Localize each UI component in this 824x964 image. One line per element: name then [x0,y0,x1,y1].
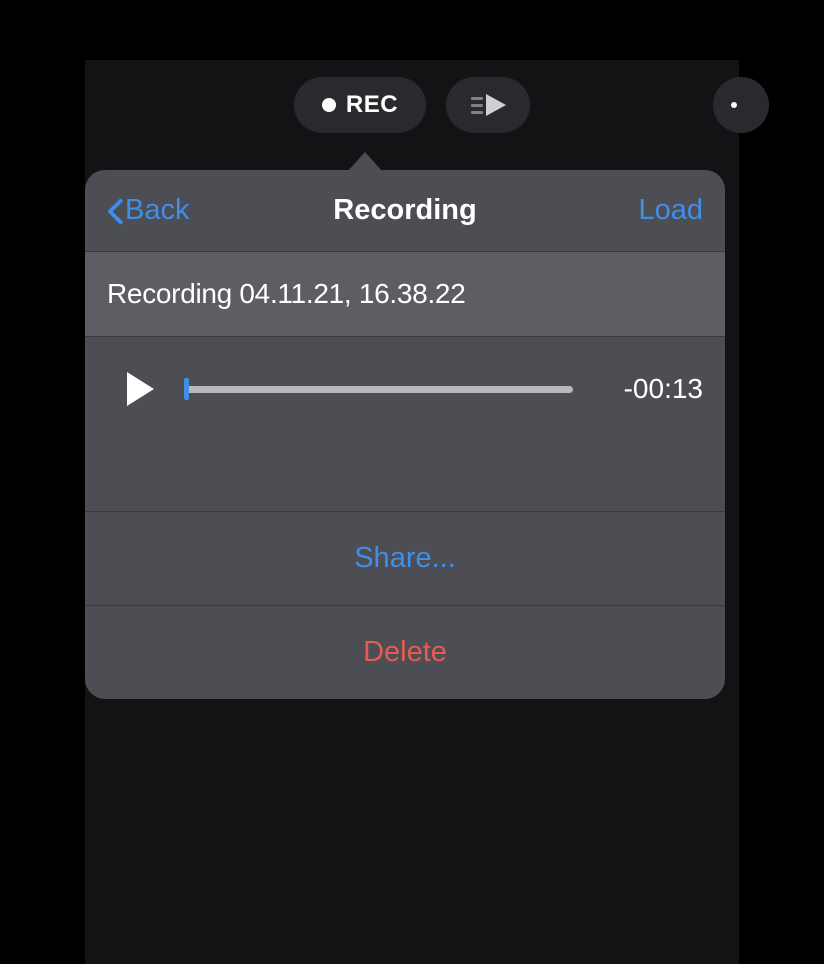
delete-label: Delete [363,636,447,668]
playback-slider[interactable] [184,374,573,404]
play-icon [127,372,154,406]
back-button[interactable]: Back [107,194,189,227]
dot-icon [731,102,737,108]
delete-button[interactable]: Delete [85,606,725,699]
chevron-left-icon [107,197,123,225]
filename-text: Recording 04.11.21, 16.38.22 [107,278,703,310]
record-dot-icon [322,98,336,112]
player-section: -00:13 [85,337,725,512]
time-remaining: -00:13 [603,373,703,405]
toolbar: REC [85,60,739,150]
slider-handle[interactable] [184,378,189,400]
more-button[interactable] [713,77,769,133]
app-viewport: REC Back Recording Load [85,60,739,964]
load-button[interactable]: Load [638,194,703,227]
slider-track [184,386,573,393]
record-label: REC [346,91,398,119]
play-button[interactable] [127,372,154,406]
playlist-button[interactable] [446,77,530,133]
filename-row[interactable]: Recording 04.11.21, 16.38.22 [85,252,725,337]
playlist-icon [471,94,506,116]
popover-header: Back Recording Load [85,170,725,252]
popover-title: Recording [333,194,476,227]
share-label: Share... [354,542,456,574]
record-button[interactable]: REC [294,77,426,133]
recording-popover: Back Recording Load Recording 04.11.21, … [85,170,725,699]
back-label: Back [125,194,189,227]
popover-arrow [347,152,383,172]
share-button[interactable]: Share... [85,512,725,606]
